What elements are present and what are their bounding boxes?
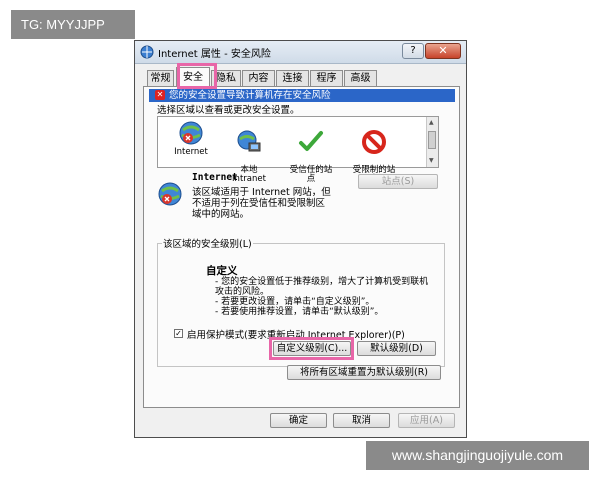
custom-level-highlight <box>269 337 354 360</box>
apply-button[interactable]: 应用(A) <box>398 413 455 428</box>
zone-label: Internet <box>174 147 208 157</box>
custom-level-description: - 您的安全设置低于推荐级别，增大了计算机受到联机攻击的风险。 - 若要更改设置… <box>215 277 435 317</box>
ie-globe-icon <box>140 45 154 59</box>
zone-label: 受信任的站 点 <box>289 165 333 184</box>
ok-button[interactable]: 确定 <box>270 413 327 428</box>
default-level-button[interactable]: 默认级别(D) <box>357 341 436 356</box>
protected-mode-checkbox[interactable]: ✓ <box>174 329 183 338</box>
zone-trusted[interactable]: 受信任的站 点 <box>280 120 342 184</box>
scroll-down-icon[interactable]: ▼ <box>429 157 434 164</box>
tab-programs[interactable]: 程序 <box>310 70 343 86</box>
desc-line: - 您的安全设置低于推荐级别，增大了计算机受到联机攻击的风险。 <box>215 277 429 297</box>
tab-content[interactable]: 内容 <box>242 70 275 86</box>
restricted-icon <box>362 130 386 154</box>
tab-general[interactable]: 常规 <box>147 70 174 86</box>
scroll-up-icon[interactable]: ▲ <box>429 119 434 126</box>
globe-icon <box>179 121 203 145</box>
internet-zone-icon <box>158 182 182 206</box>
zone-list: Internet 本地 Intranet 受信任的站 点 受限制的站 点 <box>157 116 439 184</box>
cancel-button[interactable]: 取消 <box>333 413 390 428</box>
check-icon <box>299 131 323 151</box>
help-button[interactable]: ? <box>402 43 424 59</box>
sites-button[interactable]: 站点(S) <box>358 174 438 189</box>
tab-connections[interactable]: 连接 <box>276 70 309 86</box>
title-bar[interactable]: Internet 属性 - 安全风险 ? ✕ <box>135 41 466 64</box>
security-tab-highlight <box>177 63 217 89</box>
zone-info-title: Internet <box>192 172 238 183</box>
scroll-thumb[interactable] <box>428 131 436 149</box>
custom-level-title: 自定义 <box>206 265 238 277</box>
close-button[interactable]: ✕ <box>425 43 461 59</box>
desc-line: - 若要使用推荐设置，请单击“默认级别”。 <box>215 307 384 317</box>
banner-text: 您的安全设置导致计算机存在安全风险 <box>169 90 331 101</box>
tg-tag: TG: MYYJJPP <box>11 10 135 39</box>
zone-internet[interactable]: Internet <box>160 120 222 157</box>
zone-info-description: 该区域适用于 Internet 网站，但不适用于列在受信任和受限制区域中的网站。 <box>192 187 331 220</box>
security-warning-banner[interactable]: ✕ 您的安全设置导致计算机存在安全风险 <box>149 89 455 102</box>
internet-properties-dialog: Internet 属性 - 安全风险 ? ✕ 常规 安全 隐私 内容 连接 程序… <box>134 40 467 438</box>
site-url-badge: www.shangjinguojiyule.com <box>366 441 589 470</box>
tab-advanced[interactable]: 高级 <box>344 70 377 86</box>
reset-all-zones-button[interactable]: 将所有区域重置为默认级别(R) <box>287 365 441 380</box>
zone-scrollbar[interactable]: ▲ ▼ <box>426 117 438 167</box>
security-level-label: 该区域的安全级别(L) <box>162 236 253 250</box>
warning-shield-icon: ✕ <box>155 90 165 100</box>
intranet-icon <box>237 130 261 152</box>
window-title: Internet 属性 - 安全风险 <box>158 49 271 60</box>
instruction-text: 选择区域以查看或更改安全设置。 <box>157 105 300 116</box>
desc-line: - 若要更改设置，请单击“自定义级别”。 <box>215 297 375 307</box>
